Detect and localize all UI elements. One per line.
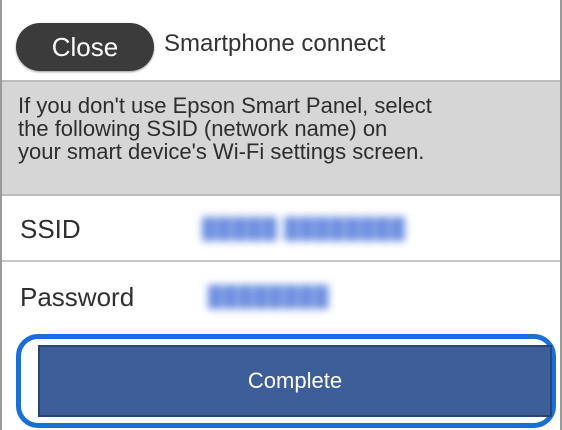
complete-button[interactable]: Complete	[38, 345, 552, 417]
smartphone-connect-screen: Close Smartphone connect If you don't us…	[0, 0, 562, 430]
ssid-label: SSID	[20, 214, 81, 244]
page-title: Smartphone connect	[164, 30, 386, 57]
instruction-text: If you don't use Epson Smart Panel, sele…	[18, 93, 432, 164]
instruction-panel: If you don't use Epson Smart Panel, sele…	[2, 80, 560, 196]
header-bar: Close Smartphone connect	[2, 0, 560, 80]
ssid-value-redacted: █████ ████████	[202, 218, 406, 240]
close-button[interactable]: Close	[16, 23, 154, 71]
ssid-row: SSID █████ ████████	[2, 196, 560, 262]
password-row: Password ████████	[2, 264, 560, 330]
password-label: Password	[20, 282, 135, 312]
password-value-redacted: ████████	[208, 286, 330, 308]
